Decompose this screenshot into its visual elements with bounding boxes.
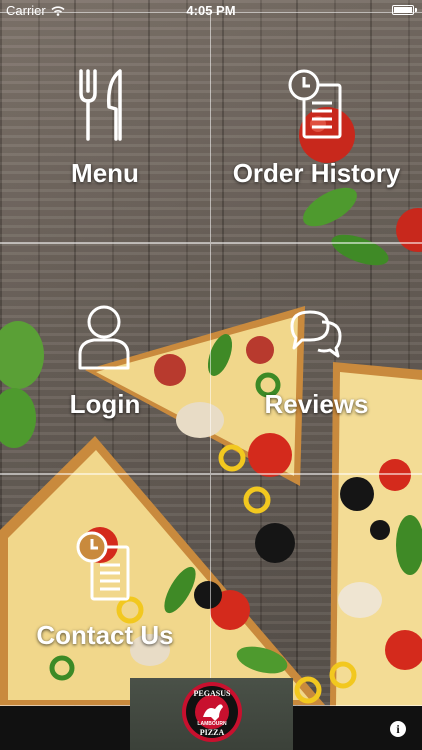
info-icon: i xyxy=(396,721,400,736)
fork-knife-icon xyxy=(74,65,134,145)
contact-us-label: Contact Us xyxy=(36,620,174,650)
order-history-tile[interactable]: Order History xyxy=(211,12,422,243)
contact-us-tile[interactable]: Contact Us xyxy=(0,474,211,706)
chat-bubbles-icon xyxy=(286,296,346,376)
menu-tile[interactable]: Menu xyxy=(0,12,211,243)
login-tile[interactable]: Login xyxy=(0,243,211,474)
login-label: Login xyxy=(69,389,141,419)
home-tile-grid: Menu Order History Login Reviews Contact… xyxy=(0,12,422,706)
logo-top-text: PEGASUS xyxy=(194,689,231,698)
empty-tile xyxy=(211,474,422,706)
clock-document-icon xyxy=(286,65,346,145)
logo-bottom-text: PIZZA xyxy=(200,728,225,737)
info-button[interactable]: i xyxy=(390,721,406,737)
clock-document-icon xyxy=(74,527,134,607)
menu-label: Menu xyxy=(71,158,139,188)
logo-middle-text: LAMBOURN xyxy=(197,721,227,727)
order-history-label: Order History xyxy=(232,158,401,188)
reviews-tile[interactable]: Reviews xyxy=(211,243,422,474)
reviews-label: Reviews xyxy=(264,389,369,419)
user-icon xyxy=(74,296,134,376)
pegasus-pizza-logo[interactable]: PEGASUS LAMBOURN PIZZA xyxy=(181,681,243,743)
